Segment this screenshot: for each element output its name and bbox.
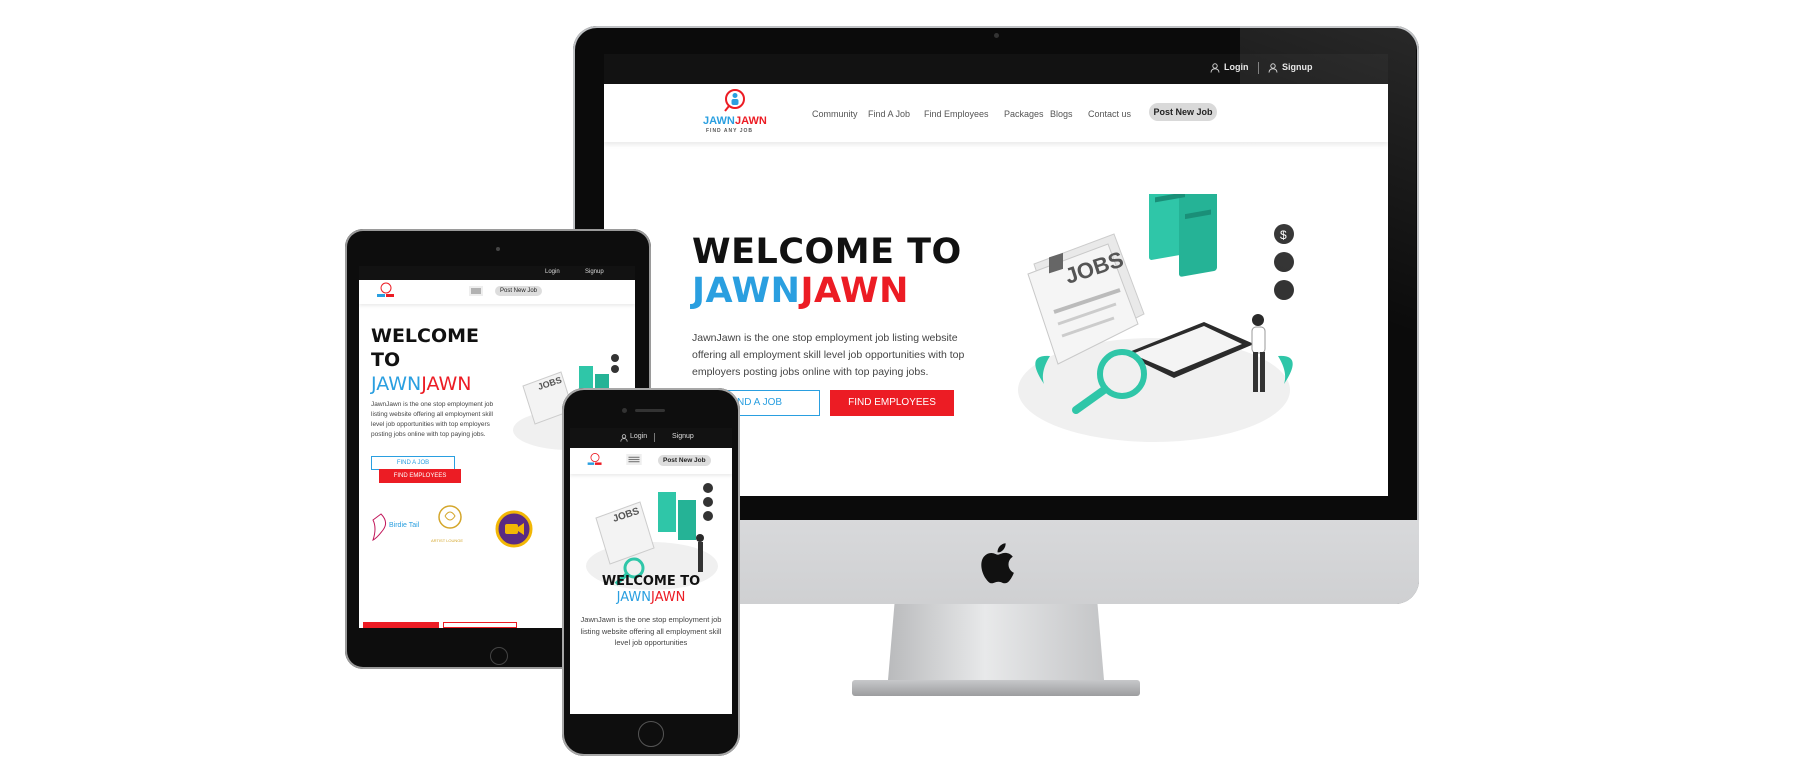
tablet-top-bar: Login Signup [359, 266, 635, 280]
hero-title-line2: JAWNJAWN [692, 271, 909, 311]
nav-find-a-job[interactable]: Find A Job [868, 109, 910, 119]
apple-logo-icon [981, 543, 1014, 584]
partner-logo-text-2: ARTIST LOUNGE [431, 538, 464, 543]
teal-documents [1149, 194, 1217, 277]
signup-icon [1268, 63, 1278, 73]
ipad-camera-icon [496, 247, 500, 251]
phone-signup-link[interactable]: Signup [672, 433, 694, 440]
logo-tagline: FIND ANY JOB [706, 128, 754, 134]
tablet-signup-link[interactable]: Signup [585, 269, 604, 275]
find-a-job-visible-label: ND A JOB [737, 397, 783, 408]
tablet-title-red: JAWN [421, 373, 472, 395]
find-employees-button[interactable]: FIND EMPLOYEES [830, 390, 954, 416]
phone-title-blue: JAWN [616, 590, 651, 605]
tablet-login-link[interactable]: Login [545, 269, 560, 275]
imac-stand-foot [852, 680, 1140, 696]
tablet-title-line2: TO [371, 349, 401, 371]
phone-title-line2: JAWNJAWN [570, 590, 732, 605]
tablet-description: JawnJawn is the one stop employment job … [371, 401, 494, 438]
user-icon [1210, 63, 1220, 73]
tablet-find-employees-button[interactable]: FIND EMPLOYEES [379, 469, 461, 483]
signup-link[interactable]: Signup [1282, 62, 1313, 72]
hero-title-line1: WELCOME TO [692, 232, 962, 272]
tablet-title-blue: JAWN [371, 373, 422, 395]
login-link[interactable]: Login [1224, 62, 1249, 72]
tablet-title-line3: JAWNJAWN [371, 372, 471, 396]
phone-post-new-job-button[interactable]: Post New Job [658, 455, 711, 466]
iphone-speaker [635, 409, 665, 412]
topbar-divider [1258, 62, 1259, 74]
partner-logo-text-1: Birdie Tail [389, 522, 420, 529]
tablet-logo[interactable] [375, 282, 397, 300]
phone-top-bar: Login Signup [570, 428, 732, 448]
phone-logo[interactable] [586, 452, 604, 468]
nav-blogs[interactable]: Blogs [1050, 109, 1073, 119]
partner-logo-birdie-tail[interactable]: Birdie Tail [371, 512, 421, 548]
phone-screen: Login Signup Post New Job JOBS WELCOME T… [570, 428, 732, 714]
hamburger-icon[interactable] [469, 286, 483, 296]
phone-hamburger-icon[interactable] [626, 454, 642, 465]
bird-icon [372, 513, 387, 541]
tablet-post-new-job-button[interactable]: Post New Job [495, 286, 543, 296]
hero-description: JawnJawn is the one stop employment job … [692, 332, 965, 378]
tablet-footer-strip-2 [443, 622, 517, 628]
hero-title-red: JAWN [800, 271, 909, 311]
phone-login-link[interactable]: Login [630, 433, 647, 440]
nav-packages[interactable]: Packages [1004, 109, 1044, 119]
main-nav: JAWN JAWN FIND ANY JOB Community Find A … [604, 84, 1388, 142]
nav-community[interactable]: Community [812, 109, 858, 119]
tablet-title-line1: WELCOME [371, 325, 480, 347]
tablet-find-a-job-button[interactable]: FIND A JOB [371, 456, 455, 470]
phone-title-line1: WELCOME TO [601, 574, 701, 589]
brand-logo[interactable]: JAWN JAWN FIND ANY JOB [702, 86, 768, 136]
logo-word-1: JAWN [703, 115, 735, 127]
phone-topbar-divider [654, 433, 655, 442]
nav-contact-us[interactable]: Contact us [1088, 109, 1131, 119]
jobs-illustration: JOBS $ [1018, 194, 1294, 442]
imac-stand-neck [888, 604, 1104, 680]
logo-word-2: JAWN [735, 115, 767, 127]
camera-icon [994, 33, 999, 38]
nav-find-employees[interactable]: Find Employees [924, 109, 989, 119]
brain-icon [438, 505, 462, 529]
camera-badge-logo[interactable] [495, 510, 533, 548]
post-new-job-button[interactable]: Post New Job [1149, 103, 1217, 121]
phone-nav: Post New Job [570, 448, 732, 474]
phone-title-red: JAWN [651, 590, 686, 605]
logo-person-icon [724, 89, 745, 112]
svg-text:$: $ [1280, 228, 1287, 242]
iphone-camera-icon [622, 408, 627, 413]
ipad-home-button[interactable] [490, 647, 508, 665]
side-icons: $ [1274, 224, 1294, 300]
hero-title-blue: JAWN [692, 271, 801, 311]
phone-description: JawnJawn is the one stop employment job … [580, 615, 722, 647]
iphone-home-button[interactable] [638, 721, 664, 747]
phone-user-icon [620, 434, 628, 442]
tablet-nav: Post New Job [359, 280, 635, 304]
tablet-footer-strip [363, 622, 439, 628]
top-bar: Login Signup [604, 54, 1388, 84]
partner-logo-artist-lounge[interactable]: ARTIST LOUNGE [431, 504, 471, 550]
